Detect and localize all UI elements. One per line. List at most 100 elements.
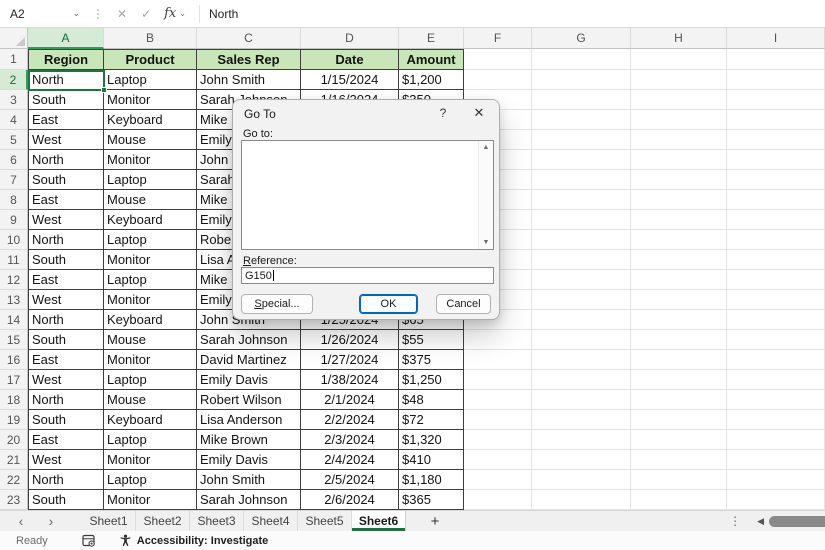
cell-C15[interactable]: Sarah Johnson — [197, 330, 301, 350]
cell-D1[interactable]: Date — [301, 49, 399, 70]
cell-B4[interactable]: Keyboard — [104, 110, 197, 130]
cell-B22[interactable]: Laptop — [104, 470, 197, 490]
cell-I15[interactable] — [727, 330, 825, 350]
row-header-7[interactable]: 7 — [0, 170, 28, 190]
cell-B23[interactable]: Monitor — [104, 490, 197, 510]
cell-D20[interactable]: 2/3/2024 — [301, 430, 399, 450]
row-header-1[interactable]: 1 — [0, 49, 28, 70]
cell-G13[interactable] — [532, 290, 631, 310]
cell-G19[interactable] — [532, 410, 631, 430]
cell-F20[interactable] — [464, 430, 532, 450]
add-sheet-button[interactable]: + — [420, 511, 450, 531]
cell-H4[interactable] — [631, 110, 727, 130]
cell-G6[interactable] — [532, 150, 631, 170]
cell-A20[interactable]: East — [28, 430, 104, 450]
cell-A4[interactable]: East — [28, 110, 104, 130]
fill-handle[interactable] — [101, 87, 107, 93]
confirm-entry-icon[interactable]: ✓ — [141, 7, 151, 21]
cell-H13[interactable] — [631, 290, 727, 310]
row-header-14[interactable]: 14 — [0, 310, 28, 330]
sheet-tab-sheet6[interactable]: Sheet6 — [352, 511, 406, 531]
cell-I20[interactable] — [727, 430, 825, 450]
cell-G20[interactable] — [532, 430, 631, 450]
cell-G1[interactable] — [532, 49, 631, 70]
row-header-8[interactable]: 8 — [0, 190, 28, 210]
cell-A8[interactable]: East — [28, 190, 104, 210]
cell-A21[interactable]: West — [28, 450, 104, 470]
column-header-G[interactable]: G — [532, 28, 631, 49]
cell-G8[interactable] — [532, 190, 631, 210]
cell-I4[interactable] — [727, 110, 825, 130]
hscroll-left-icon[interactable]: ◀ — [757, 516, 764, 527]
cell-A13[interactable]: West — [28, 290, 104, 310]
row-header-22[interactable]: 22 — [0, 470, 28, 490]
cell-C23[interactable]: Sarah Johnson — [197, 490, 301, 510]
sheet-tab-sheet1[interactable]: Sheet1 — [82, 511, 136, 531]
cell-G2[interactable] — [532, 70, 631, 90]
cell-H23[interactable] — [631, 490, 727, 510]
column-header-E[interactable]: E — [399, 28, 464, 49]
cell-I16[interactable] — [727, 350, 825, 370]
name-box[interactable]: A2 ⌄ — [0, 7, 86, 21]
cell-G11[interactable] — [532, 250, 631, 270]
scroll-down-icon[interactable]: ▼ — [479, 239, 493, 246]
special-button[interactable]: Special... — [241, 294, 313, 314]
cell-I6[interactable] — [727, 150, 825, 170]
cell-B8[interactable]: Mouse — [104, 190, 197, 210]
cancel-entry-icon[interactable]: ✕ — [117, 7, 127, 21]
column-header-D[interactable]: D — [301, 28, 399, 49]
cell-F23[interactable] — [464, 490, 532, 510]
list-scrollbar[interactable]: ▲ ▼ — [478, 141, 493, 249]
cell-F16[interactable] — [464, 350, 532, 370]
cell-G9[interactable] — [532, 210, 631, 230]
cell-H11[interactable] — [631, 250, 727, 270]
cell-B3[interactable]: Monitor — [104, 90, 197, 110]
cell-H12[interactable] — [631, 270, 727, 290]
cell-I14[interactable] — [727, 310, 825, 330]
cell-E19[interactable]: $72 — [399, 410, 464, 430]
cell-C21[interactable]: Emily Davis — [197, 450, 301, 470]
cell-H18[interactable] — [631, 390, 727, 410]
cell-C1[interactable]: Sales Rep — [197, 49, 301, 70]
row-header-21[interactable]: 21 — [0, 450, 28, 470]
row-header-17[interactable]: 17 — [0, 370, 28, 390]
cell-I18[interactable] — [727, 390, 825, 410]
cell-B21[interactable]: Monitor — [104, 450, 197, 470]
column-header-B[interactable]: B — [104, 28, 197, 49]
scroll-up-icon[interactable]: ▲ — [479, 144, 493, 151]
sheet-tab-sheet5[interactable]: Sheet5 — [298, 511, 352, 531]
row-header-13[interactable]: 13 — [0, 290, 28, 310]
column-header-F[interactable]: F — [464, 28, 532, 49]
cell-G7[interactable] — [532, 170, 631, 190]
ok-button[interactable]: OK — [359, 294, 418, 314]
cell-F15[interactable] — [464, 330, 532, 350]
cell-C22[interactable]: John Smith — [197, 470, 301, 490]
cell-G3[interactable] — [532, 90, 631, 110]
cell-A14[interactable]: North — [28, 310, 104, 330]
cell-I7[interactable] — [727, 170, 825, 190]
cell-I12[interactable] — [727, 270, 825, 290]
cell-F2[interactable] — [464, 70, 532, 90]
cell-E16[interactable]: $375 — [399, 350, 464, 370]
cell-F17[interactable] — [464, 370, 532, 390]
column-header-C[interactable]: C — [197, 28, 301, 49]
row-header-4[interactable]: 4 — [0, 110, 28, 130]
cell-F19[interactable] — [464, 410, 532, 430]
chevron-down-icon[interactable]: ⌄ — [72, 8, 80, 19]
column-header-H[interactable]: H — [631, 28, 727, 49]
macro-record-icon[interactable] — [82, 534, 95, 547]
cell-C19[interactable]: Lisa Anderson — [197, 410, 301, 430]
cell-D16[interactable]: 1/27/2024 — [301, 350, 399, 370]
row-header-5[interactable]: 5 — [0, 130, 28, 150]
row-header-9[interactable]: 9 — [0, 210, 28, 230]
cell-G16[interactable] — [532, 350, 631, 370]
cell-B13[interactable]: Monitor — [104, 290, 197, 310]
cell-F22[interactable] — [464, 470, 532, 490]
cancel-button[interactable]: Cancel — [436, 294, 491, 314]
cell-I17[interactable] — [727, 370, 825, 390]
cell-H15[interactable] — [631, 330, 727, 350]
tabs-prev-icon[interactable]: ‹ — [6, 511, 36, 531]
cell-G17[interactable] — [532, 370, 631, 390]
cell-G22[interactable] — [532, 470, 631, 490]
select-all-corner[interactable] — [0, 28, 28, 49]
